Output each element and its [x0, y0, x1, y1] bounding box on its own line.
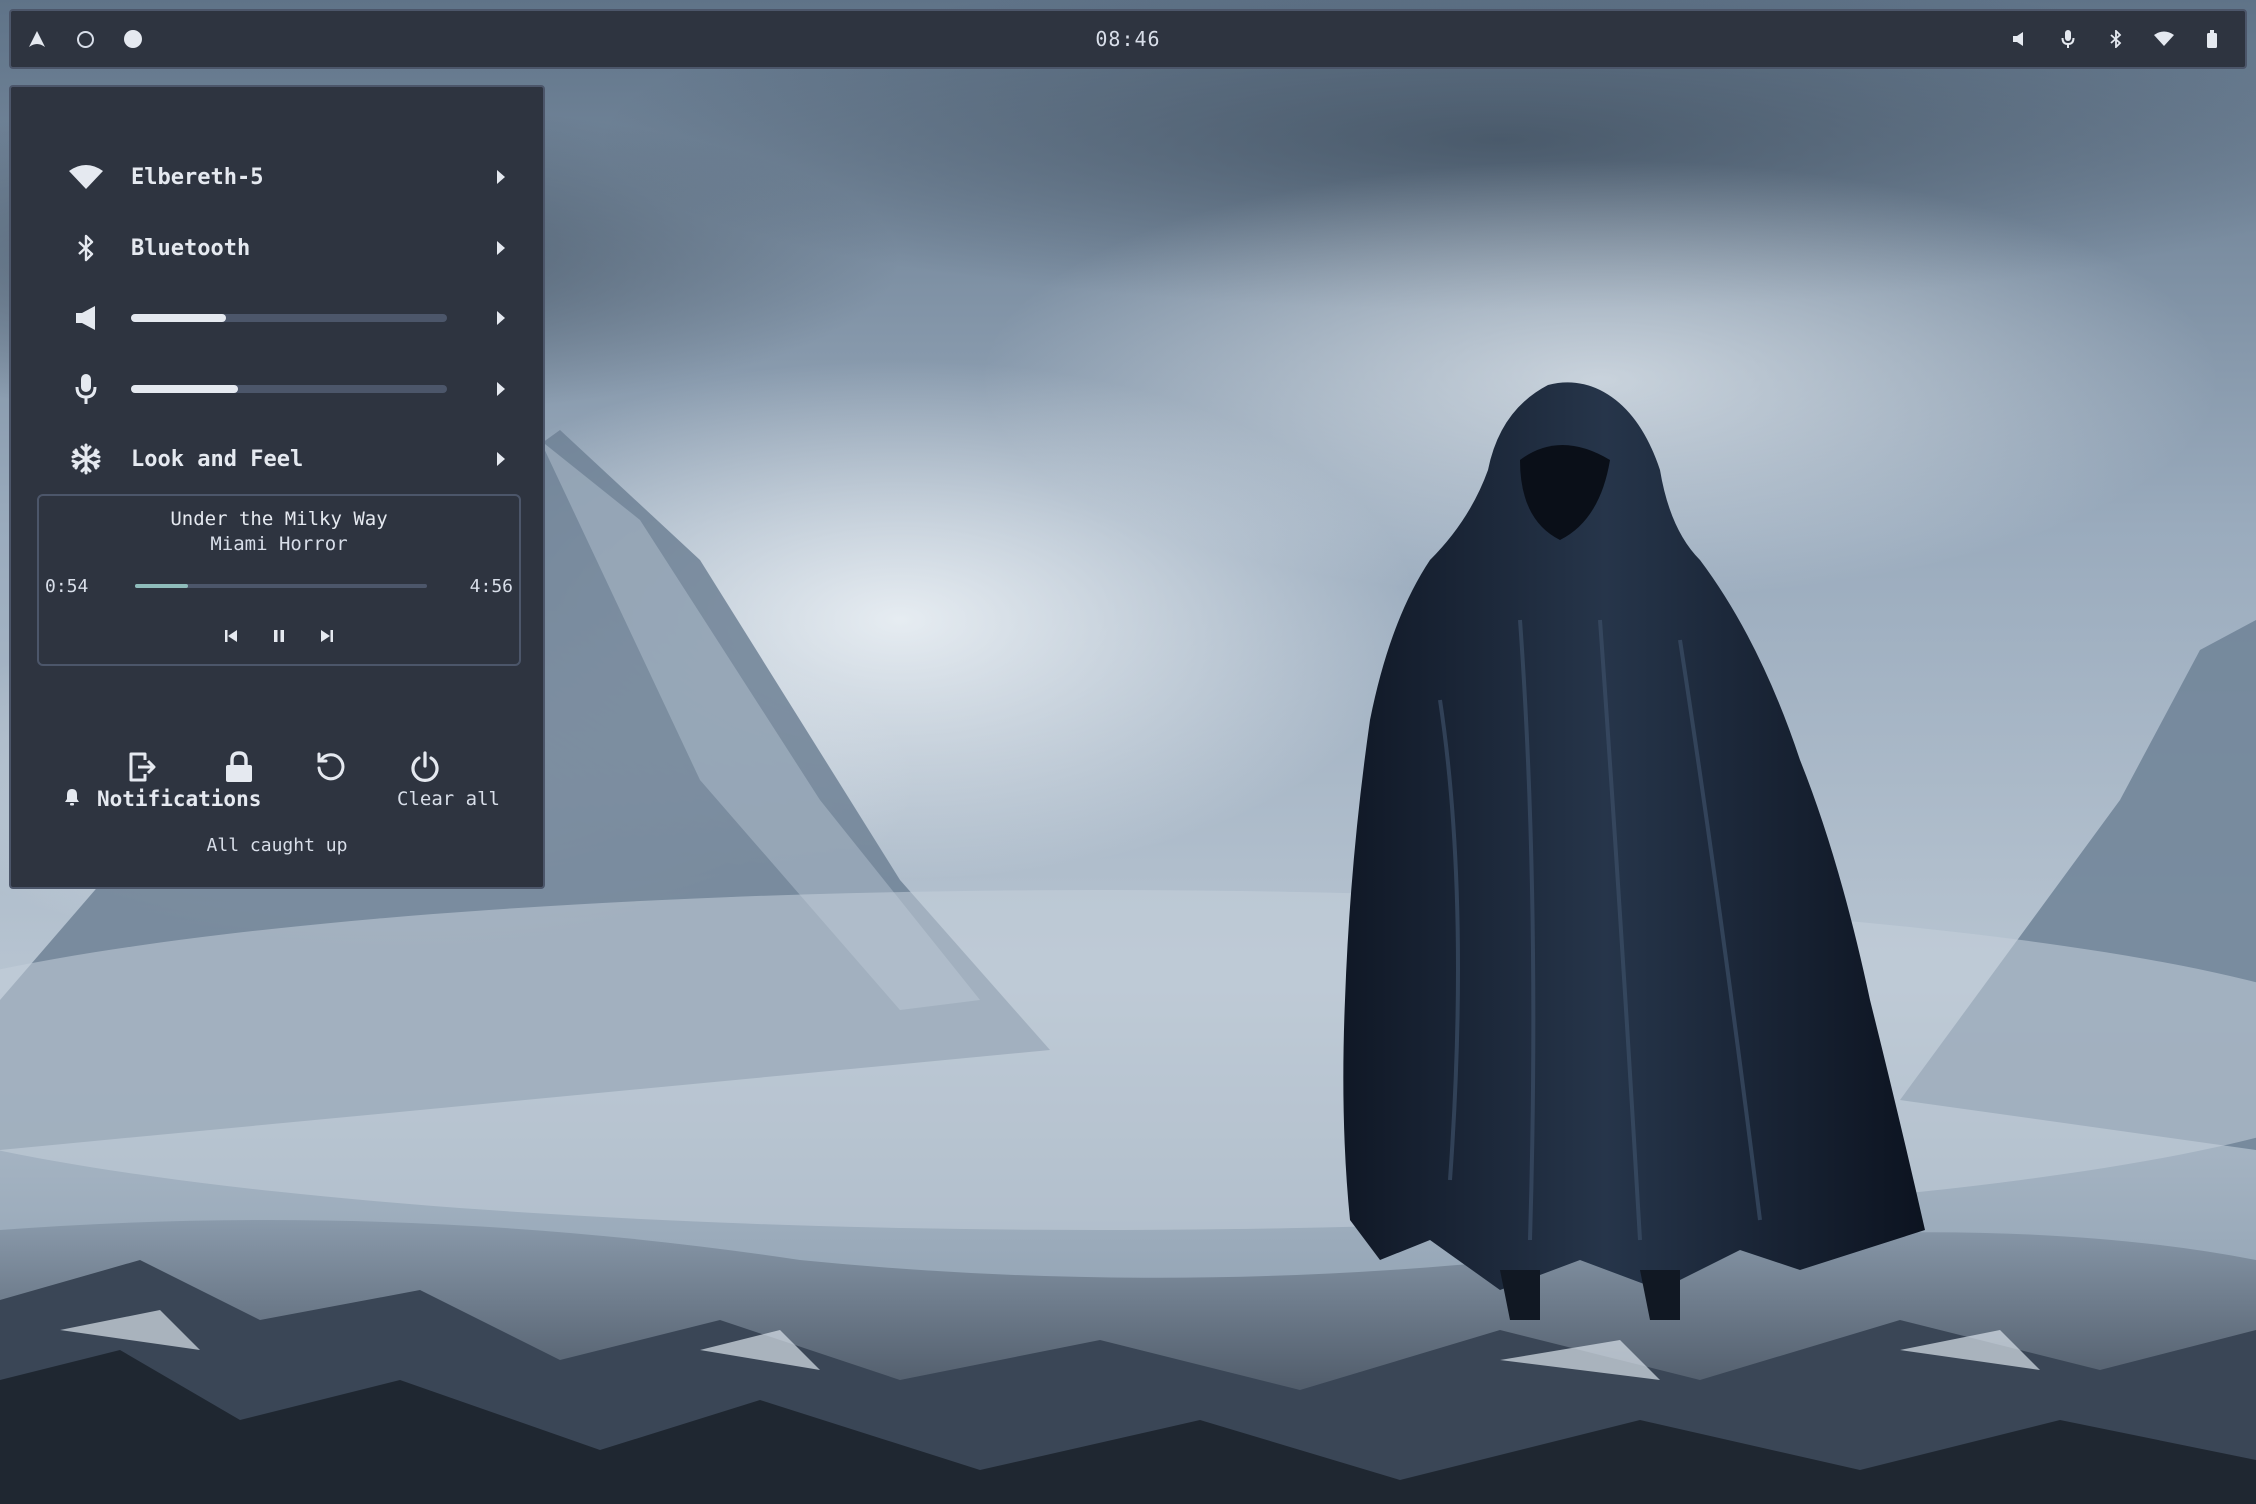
restart-icon[interactable]: [311, 747, 351, 787]
bluetooth-icon: [61, 228, 111, 268]
lock-icon[interactable]: [219, 747, 259, 787]
logout-icon[interactable]: [123, 747, 163, 787]
top-bar: 08:46: [9, 9, 2247, 69]
power-icon[interactable]: [405, 747, 445, 787]
look-and-feel-label: Look and Feel: [131, 446, 304, 472]
media-player: Under the Milky Way Miami Horror 0:54 4:…: [37, 494, 521, 666]
snowflake-icon: [61, 439, 111, 479]
media-controls: [39, 626, 519, 650]
chevron-right-icon[interactable]: [491, 167, 511, 187]
track-title: Under the Milky Way: [170, 508, 388, 530]
track-position: 0:54: [45, 576, 89, 597]
wifi-icon[interactable]: [2153, 28, 2175, 50]
microphone-slider-fill: [131, 385, 239, 393]
chevron-right-icon[interactable]: [491, 308, 511, 328]
microphone-slider[interactable]: [131, 385, 447, 393]
control-center-panel: Elbereth-5 Bluetooth Look and Feel Under…: [9, 85, 545, 889]
volume-slider[interactable]: [131, 314, 447, 322]
track-progress-fill: [135, 584, 188, 588]
chevron-right-icon[interactable]: [491, 379, 511, 399]
next-track-icon[interactable]: [318, 626, 336, 646]
chevron-right-icon[interactable]: [491, 449, 511, 469]
bell-icon: [63, 787, 81, 807]
notifications-empty-text: All caught up: [206, 835, 348, 856]
microphone-row: [11, 361, 543, 417]
pause-icon[interactable]: [270, 626, 288, 646]
bluetooth-icon[interactable]: [2105, 28, 2127, 50]
microphone-icon[interactable]: [2057, 28, 2079, 50]
notifications-title: Notifications: [97, 787, 262, 811]
track-duration: 4:56: [469, 576, 513, 597]
battery-icon[interactable]: [2201, 28, 2223, 50]
track-progress-bar[interactable]: [135, 584, 427, 588]
clock: 08:46: [1095, 27, 1161, 51]
wifi-row[interactable]: Elbereth-5: [11, 149, 543, 205]
bluetooth-label: Bluetooth: [131, 235, 251, 261]
track-artist: Miami Horror: [210, 533, 348, 555]
volume-row: [11, 290, 543, 346]
volume-icon[interactable]: [61, 298, 111, 338]
wifi-icon: [61, 157, 111, 197]
microphone-icon[interactable]: [61, 369, 111, 409]
look-and-feel-row[interactable]: Look and Feel: [11, 431, 543, 487]
bluetooth-row[interactable]: Bluetooth: [11, 220, 543, 276]
volume-slider-fill: [131, 314, 226, 322]
chevron-right-icon[interactable]: [491, 238, 511, 258]
volume-icon[interactable]: [2009, 28, 2031, 50]
clear-all-button[interactable]: Clear all: [397, 788, 500, 810]
previous-track-icon[interactable]: [222, 626, 240, 646]
system-tray: [2009, 11, 2223, 67]
wifi-network-label: Elbereth-5: [131, 164, 264, 190]
